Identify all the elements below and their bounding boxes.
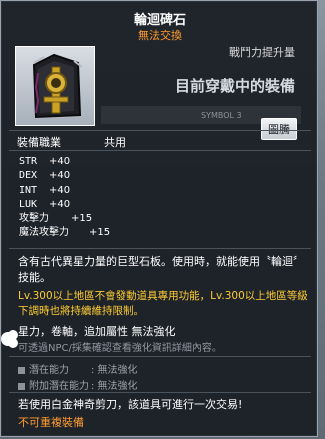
divider <box>9 356 311 357</box>
currently-equipped-label: 目前穿戴中的裝備 <box>174 77 295 95</box>
square-bullet-icon <box>18 382 25 390</box>
stat-value: +40 <box>49 198 71 210</box>
level-restriction-warning: Lv.300以上地區不會發動道具專用功能，Lv.300以上地區等級下調時也將持續… <box>18 290 308 317</box>
required-job-value: 共用 <box>104 136 126 149</box>
potential-row: 潛在能力 : 無法強化 <box>18 361 138 376</box>
platinum-scissors-note: 若使用白金神奇剪刀，該道具可進行一次交易! <box>18 398 243 411</box>
divider <box>9 392 311 393</box>
stat-key: 魔法攻擊力 <box>19 227 69 239</box>
divider <box>9 130 311 131</box>
stat-value: +40 <box>49 184 71 196</box>
stat-row-attack: 攻擊力 +15 <box>19 212 110 226</box>
potential-value: : 無法強化 <box>91 365 138 376</box>
bonus-potential-row: 附加潛在能力: 無法強化 <box>18 377 138 392</box>
stat-row-luk: LUK +40 <box>19 198 110 212</box>
item-description: 含有古代異星力量的巨型石板。使用時，就能使用〝輪迴〞技能。 <box>18 255 304 284</box>
stat-value: +15 <box>71 213 93 225</box>
background-banner-text: SYMBOL 3 <box>201 111 242 120</box>
stat-key: 攻擊力 <box>19 213 49 225</box>
item-name: 輪迴碑石 <box>133 13 186 28</box>
combat-power-label: 戰鬥力提升量 <box>229 46 295 59</box>
stat-value: +40 <box>49 170 71 182</box>
potential-label: 潛在能力 <box>29 365 69 376</box>
stat-key: STR <box>19 156 38 167</box>
divider <box>9 150 311 151</box>
trade-restriction: 無法交換 <box>138 29 182 42</box>
enhancement-restriction: 星力，卷軸，追加屬性 無法強化 <box>18 325 176 338</box>
bonus-potential-value: : 無法強化 <box>91 381 138 392</box>
required-job-label: 裝備職業 <box>17 136 61 149</box>
item-tooltip: 輪迴碑石 無法交換 戰鬥力提升量 目前穿戴中的裝備 SYMBOL 3 圖騰 裝備… <box>0 0 318 437</box>
stat-key: INT <box>19 184 38 196</box>
stat-row-int: INT +40 <box>19 184 110 198</box>
totem-stone-icon <box>32 53 83 119</box>
cursor-cloud-icon <box>1 330 18 348</box>
item-type-badge: 圖騰 <box>261 118 297 140</box>
no-duplicate-equip-note: 不可重複裝備 <box>18 416 84 429</box>
bonus-potential-label: 附加潛在能力 <box>29 381 89 392</box>
stat-row-magic-attack: 魔法攻擊力 +15 <box>19 226 110 240</box>
stat-value: +15 <box>89 227 111 239</box>
stat-list: STR +40 DEX +40 INT +40 LUK +40 攻擊力 +15 魔法攻擊力… <box>19 155 110 241</box>
square-bullet-icon <box>18 366 25 374</box>
item-icon-frame <box>15 46 95 126</box>
stat-key: LUK <box>19 198 38 210</box>
enhancement-hint: 可透過NPC/採集確認查看強化資訊詳細內容。 <box>18 343 222 354</box>
stat-value: +40 <box>49 156 71 167</box>
stat-row-dex: DEX +40 <box>19 169 110 183</box>
divider <box>9 248 311 249</box>
stat-key: DEX <box>19 170 38 182</box>
stat-row-str: STR +40 <box>19 155 110 169</box>
